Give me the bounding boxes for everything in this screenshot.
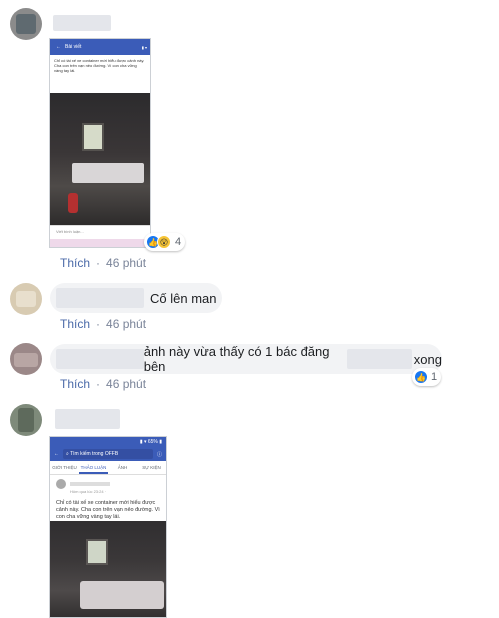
group-tabs: GIỚI THIỆU THẢO LUẬN ẢNH SỰ KIỆN bbox=[50, 461, 166, 475]
search-input: ⌕ Tìm kiếm trong OFFB bbox=[63, 449, 153, 459]
comment-time[interactable]: 46 phút bbox=[106, 317, 146, 331]
reaction-count: 4 bbox=[175, 236, 182, 248]
blurred-name bbox=[56, 288, 144, 308]
avatar[interactable] bbox=[10, 8, 42, 40]
avatar[interactable] bbox=[10, 283, 42, 315]
like-button[interactable]: Thích bbox=[60, 256, 90, 270]
wow-icon: 😮 bbox=[157, 235, 171, 249]
comment-text-end: xong bbox=[413, 351, 442, 367]
comment-time[interactable]: 46 phút bbox=[106, 256, 146, 270]
screenshot-header: ← Bài viết ▮ ▾ bbox=[50, 39, 150, 55]
blurred-name bbox=[56, 349, 144, 369]
status-icons: ▮ ▾ bbox=[141, 44, 147, 50]
tab-anh: ẢNH bbox=[117, 465, 128, 470]
comment-time[interactable]: 46 phút bbox=[106, 377, 146, 391]
reaction-summary[interactable]: 👍 😮 4 bbox=[144, 233, 186, 251]
attached-screenshot[interactable]: ← Bài viết ▮ ▾ Chỉ có tài xế xe containe… bbox=[49, 38, 151, 248]
post-time: Hôm qua lúc 23:24 · bbox=[70, 489, 107, 494]
comment-bubble: Cố lên man bbox=[50, 283, 222, 313]
blurred-page-name bbox=[346, 349, 412, 369]
back-arrow-icon: ← bbox=[54, 451, 59, 457]
attached-screenshot[interactable]: ▮ ▾ 65% ▮ ← ⌕ Tìm kiếm trong OFFB ⓘ GIỚI… bbox=[49, 436, 167, 618]
reaction-summary[interactable]: 👍 1 bbox=[412, 368, 442, 386]
comment-bubble: ảnh này vừa thấy có 1 bác đăng bên xong bbox=[50, 344, 442, 374]
like-icon: 👍 bbox=[414, 370, 428, 384]
comment-text: ảnh này vừa thấy có 1 bác đăng bên bbox=[143, 344, 330, 374]
blurred-name bbox=[53, 15, 111, 31]
status-bar: ▮ ▾ 65% ▮ bbox=[50, 437, 166, 447]
avatar[interactable] bbox=[10, 404, 42, 436]
reaction-count: 1 bbox=[431, 371, 438, 383]
blurred-name bbox=[55, 409, 120, 429]
blurred-name bbox=[70, 482, 110, 486]
screenshot-post-text: Chỉ có tài xế xe container mới hiểu được… bbox=[56, 500, 160, 520]
tab-su-kien: SỰ KIỆN bbox=[142, 465, 161, 470]
post-author-row bbox=[50, 475, 166, 489]
search-bar: ← ⌕ Tìm kiếm trong OFFB ⓘ bbox=[50, 447, 166, 461]
avatar bbox=[56, 479, 66, 489]
comment-text: Cố lên man bbox=[150, 290, 217, 306]
tab-gioi-thieu: GIỚI THIỆU bbox=[52, 465, 77, 470]
like-button[interactable]: Thích bbox=[60, 317, 90, 331]
cabin-photo bbox=[50, 521, 166, 617]
back-arrow-icon: ← bbox=[56, 44, 61, 50]
comment-meta: Thích · 46 phút bbox=[60, 377, 147, 391]
screenshot-title: Bài viết bbox=[65, 44, 82, 50]
screenshot-post-text: Chỉ có tài xế xe container mới hiểu được… bbox=[54, 58, 145, 73]
info-icon: ⓘ bbox=[156, 451, 162, 458]
like-button[interactable]: Thích bbox=[60, 377, 90, 391]
comment-meta: Thích · 46 phút bbox=[60, 256, 147, 270]
avatar[interactable] bbox=[10, 343, 42, 375]
screenshot-reply-box: Viết bình luận... bbox=[50, 225, 150, 247]
tab-thao-luan: THẢO LUẬN bbox=[79, 461, 108, 474]
comment-meta: Thích · 46 phút bbox=[60, 317, 147, 331]
